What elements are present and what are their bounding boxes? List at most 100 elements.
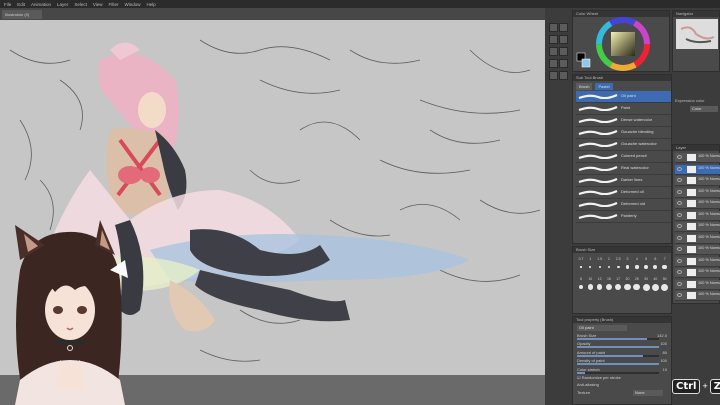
tool-select-icon[interactable] — [549, 47, 558, 56]
layer-item[interactable]: 100 % Normal Layer 9 — [675, 187, 720, 198]
brush-size-option[interactable]: 8 — [577, 277, 585, 295]
slider-track[interactable] — [577, 346, 659, 349]
brush-item[interactable]: Real watercolor — [576, 163, 671, 175]
menu-item[interactable]: File — [4, 2, 11, 7]
size-value: 17 — [616, 277, 621, 281]
eye-icon[interactable] — [677, 247, 682, 251]
tool-pen-icon[interactable] — [549, 23, 558, 32]
brush-size-option[interactable]: 1 — [586, 257, 594, 275]
tool-eyedropper-icon[interactable] — [549, 59, 558, 68]
property-slider[interactable]: Color stretch 10 — [577, 367, 667, 375]
eye-icon[interactable] — [677, 235, 682, 240]
eye-icon[interactable] — [677, 201, 682, 205]
eye-icon[interactable] — [677, 224, 682, 228]
brush-size-option[interactable]: 17 — [614, 277, 622, 295]
layer-item[interactable]: 100 % Normal Layer 4 — [675, 245, 720, 255]
tool-zoom-icon[interactable] — [559, 35, 569, 44]
property-slider[interactable]: Density of paint 100 — [577, 358, 667, 366]
brush-size-option[interactable]: 30 — [642, 277, 650, 295]
menu-item[interactable]: Window — [125, 2, 141, 7]
eye-icon[interactable] — [677, 212, 682, 217]
expression-color-select[interactable]: Color — [690, 106, 718, 112]
brush-size-option[interactable]: 3 — [624, 257, 632, 275]
menu-item[interactable]: Animation — [31, 2, 51, 7]
slider-track[interactable] — [577, 363, 659, 366]
layer-item[interactable]: 100 % Normal Layer 1 — [675, 279, 720, 290]
brush-item[interactable]: Deformed oil — [576, 187, 671, 199]
sub-color-swatch[interactable] — [581, 58, 591, 68]
layer-item[interactable]: 100 % Normal Layer 5 — [675, 233, 720, 244]
eye-icon[interactable] — [677, 281, 682, 286]
eye-icon[interactable] — [677, 293, 682, 297]
slider-track[interactable] — [577, 371, 659, 374]
brush-size-option[interactable]: 0.7 — [577, 257, 585, 275]
menu-item[interactable]: View — [93, 2, 103, 7]
eye-icon[interactable] — [677, 270, 682, 274]
tool-gradient-icon[interactable] — [559, 71, 569, 80]
tool-move-icon[interactable] — [549, 35, 558, 44]
brush-item[interactable]: Dense watercolor — [576, 115, 671, 127]
texture-select[interactable]: None — [633, 390, 663, 396]
brush-size-option[interactable]: 6 — [651, 257, 659, 275]
brush-item[interactable]: Paint — [576, 103, 671, 115]
brush-size-option[interactable]: 40 — [651, 277, 659, 295]
eye-icon[interactable] — [677, 166, 682, 171]
brush-item[interactable]: Oil paint — [576, 91, 671, 103]
brush-item[interactable]: Darker lines — [576, 175, 671, 187]
navigator-preview[interactable] — [676, 19, 718, 49]
layer-label: 100 % Normal Layer 5 — [698, 234, 720, 239]
eye-icon[interactable] — [677, 258, 682, 263]
randomize-checkbox[interactable]: ☑ Randomize per stroke — [577, 375, 621, 380]
brush-size-option[interactable]: 12 — [596, 277, 604, 295]
property-slider[interactable]: Brush Size 142.0 — [577, 333, 667, 341]
brush-size-option[interactable]: 20 — [624, 277, 632, 295]
sub-tool-tabs: Brush Pastel — [576, 83, 613, 90]
brush-item[interactable]: Deformed old — [576, 199, 671, 211]
brush-size-option[interactable]: 50 — [661, 277, 669, 295]
tab-brush[interactable]: Brush — [576, 83, 593, 90]
brush-size-option[interactable]: 15 — [605, 277, 613, 295]
menu-item[interactable]: Edit — [17, 2, 25, 7]
menu-item[interactable]: Filter — [109, 2, 119, 7]
layer-item[interactable]: 100 % Normal Layer 7 — [675, 210, 720, 221]
color-wheel[interactable] — [573, 17, 669, 71]
slider-track[interactable] — [577, 338, 659, 340]
layer-item[interactable]: 100 % Normal Layer 3 — [675, 256, 720, 267]
eye-icon[interactable] — [677, 155, 682, 159]
brush-size-option[interactable]: 10 — [586, 277, 594, 295]
brush-item[interactable]: Colored pencil — [576, 151, 671, 163]
tool-fill-icon[interactable] — [549, 71, 558, 80]
tool-palette — [549, 22, 569, 82]
tool-lasso-icon[interactable] — [559, 47, 569, 56]
brush-size-option[interactable]: 1.5 — [596, 257, 604, 275]
document-tab[interactable]: Illustration (0) — [2, 10, 42, 19]
brush-size-option[interactable]: 5 — [642, 257, 650, 275]
eye-icon[interactable] — [677, 178, 682, 182]
layer-item[interactable]: 100 % Normal Layer 8 — [675, 199, 720, 209]
brush-item[interactable]: Gouache blending — [576, 127, 671, 139]
brush-size-option[interactable]: 2.5 — [614, 257, 622, 275]
menu-item[interactable]: Help — [147, 2, 156, 7]
property-slider[interactable]: Amount of paint 80 — [577, 350, 667, 358]
brush-size-option[interactable]: 7 — [661, 257, 669, 275]
brush-size-option[interactable]: 25 — [633, 277, 641, 295]
layer-item[interactable]: 100 % Normal Layer 6 — [675, 222, 720, 232]
layer-item[interactable]: 100 % Normal — [675, 153, 720, 163]
layer-item[interactable]: 100 % Normal Layer 2 — [675, 268, 720, 278]
tool-brush-icon[interactable] — [559, 59, 569, 68]
brush-size-option[interactable]: 2 — [605, 257, 613, 275]
brush-item[interactable]: Gouache watercolor — [576, 139, 671, 151]
tool-eraser-icon[interactable] — [559, 23, 569, 32]
eye-icon[interactable] — [677, 189, 682, 194]
slider-track[interactable] — [577, 354, 659, 357]
size-value: 7 — [663, 257, 666, 261]
menu-item[interactable]: Layer — [57, 2, 68, 7]
menu-item[interactable]: Select — [74, 2, 87, 7]
tab-pastel[interactable]: Pastel — [595, 83, 613, 90]
layer-item[interactable]: 100 % Normal Layer 11 — [675, 164, 720, 175]
layer-item[interactable]: 100 % Normal Paper — [675, 291, 720, 301]
layer-item[interactable]: 100 % Normal Layer 10 — [675, 176, 720, 186]
brush-size-option[interactable]: 4 — [633, 257, 641, 275]
brush-item[interactable]: Painterly — [576, 211, 671, 223]
property-slider[interactable]: Opacity 100 — [577, 341, 667, 349]
